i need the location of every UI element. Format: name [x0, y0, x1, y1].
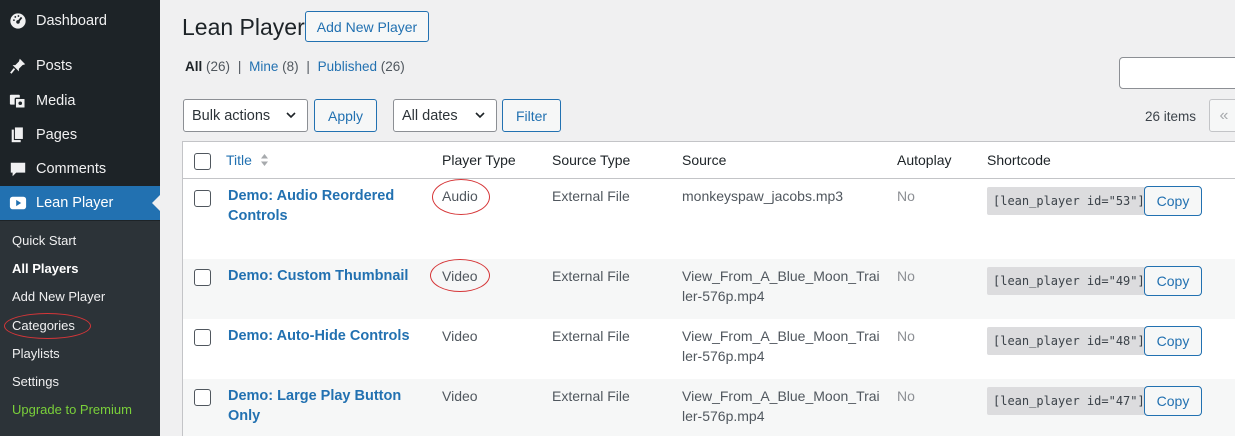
comment-icon: [8, 159, 28, 179]
menu-pages[interactable]: Pages: [0, 118, 160, 152]
autoplay-value: No: [897, 268, 915, 284]
view-published-count: (26): [380, 59, 405, 74]
submenu-all-players[interactable]: All Players: [12, 261, 79, 277]
column-shortcode: Shortcode: [987, 152, 1051, 168]
copy-shortcode-button[interactable]: Copy: [1144, 326, 1202, 356]
player-title-link[interactable]: Demo: Auto-Hide Controls: [228, 327, 428, 347]
bulk-actions-value: Bulk actions: [192, 107, 271, 124]
source-file: monkeyspaw_jacobs.mp3: [682, 188, 844, 204]
autoplay-value: No: [897, 328, 915, 344]
submenu-upgrade-premium[interactable]: Upgrade to Premium: [12, 402, 132, 418]
player-title-link[interactable]: Demo: Large Play Button Only: [228, 387, 418, 426]
view-all[interactable]: All: [185, 59, 202, 74]
column-title[interactable]: Title: [226, 152, 269, 170]
menu-label: Posts: [36, 58, 73, 74]
player-type: Audio: [442, 188, 478, 204]
menu-label: Media: [36, 93, 76, 109]
table-row: Demo: Auto-Hide Controls Video External …: [183, 319, 1235, 379]
view-filters: All (26) | Mine (8) | Published (26): [185, 59, 405, 74]
date-filter-value: All dates: [402, 107, 458, 124]
menu-label: Pages: [36, 127, 78, 143]
players-table: Title Player Type Source Type Source Aut…: [182, 141, 1235, 436]
autoplay-value: No: [897, 188, 915, 204]
table-row: Demo: Custom Thumbnail Video External Fi…: [183, 259, 1235, 319]
row-checkbox[interactable]: [194, 389, 211, 406]
shortcode: [lean_player id="47"]: [987, 387, 1151, 415]
menu-label: Dashboard: [36, 13, 107, 29]
table-header: Title Player Type Source Type Source Aut…: [183, 142, 1235, 179]
sort-icon: [260, 153, 269, 170]
player-title-link[interactable]: Demo: Custom Thumbnail: [228, 267, 428, 287]
items-count: 26 items: [1145, 109, 1197, 124]
source-type: External File: [552, 268, 630, 284]
view-all-count: (26): [206, 59, 231, 74]
menu-dashboard[interactable]: Dashboard: [0, 4, 160, 38]
table-row: Demo: Audio Reordered Controls Audio Ext…: [183, 179, 1235, 259]
play-icon: [8, 193, 28, 213]
submenu-settings[interactable]: Settings: [12, 374, 59, 390]
source-file: View_From_A_Blue_Moon_Trailer-576p.mp4: [682, 388, 880, 424]
submenu-quick-start[interactable]: Quick Start: [12, 233, 76, 249]
chevron-down-icon: [474, 109, 486, 125]
source-file: View_From_A_Blue_Moon_Trailer-576p.mp4: [682, 268, 880, 304]
submenu-playlists[interactable]: Playlists: [12, 346, 60, 362]
page-title: Lean Player: [182, 14, 305, 40]
autoplay-value: No: [897, 388, 915, 404]
table-row: Demo: Large Play Button Only Video Exter…: [183, 379, 1235, 436]
column-player-type: Player Type: [442, 152, 516, 168]
menu-label: Comments: [36, 161, 107, 177]
current-menu-arrow: [152, 195, 160, 211]
player-type: Video: [442, 328, 478, 344]
select-all-checkbox[interactable]: [194, 153, 211, 170]
source-type: External File: [552, 328, 630, 344]
player-title-link[interactable]: Demo: Audio Reordered Controls: [228, 187, 418, 226]
column-source: Source: [682, 152, 727, 168]
shortcode: [lean_player id="48"]: [987, 327, 1151, 355]
apply-button[interactable]: Apply: [314, 99, 377, 132]
dashboard-icon: [8, 11, 28, 31]
pin-icon: [8, 56, 28, 76]
column-source-type: Source Type: [552, 152, 631, 168]
view-separator: |: [237, 59, 242, 74]
admin-sidebar: Dashboard Posts Media Pages Comments Lea…: [0, 0, 160, 436]
copy-shortcode-button[interactable]: Copy: [1144, 386, 1202, 416]
source-type: External File: [552, 388, 630, 404]
column-autoplay: Autoplay: [897, 152, 952, 168]
menu-comments[interactable]: Comments: [0, 152, 160, 186]
shortcode: [lean_player id="53"]: [987, 187, 1151, 215]
source-type: External File: [552, 188, 630, 204]
player-type: Video: [442, 388, 478, 404]
submenu-categories[interactable]: Categories: [12, 318, 75, 334]
menu-lean-player[interactable]: Lean Player: [0, 186, 160, 220]
view-mine[interactable]: Mine: [249, 59, 278, 74]
copy-shortcode-button[interactable]: Copy: [1144, 186, 1202, 216]
filter-button[interactable]: Filter: [502, 99, 561, 132]
bulk-actions-select[interactable]: Bulk actions: [183, 99, 308, 132]
date-filter-select[interactable]: All dates: [393, 99, 497, 132]
pages-icon: [8, 125, 28, 145]
submenu-add-new-player[interactable]: Add New Player: [12, 289, 105, 305]
menu-posts[interactable]: Posts: [0, 49, 160, 83]
player-type: Video: [442, 268, 478, 284]
menu-media[interactable]: Media: [0, 84, 160, 118]
column-title-label: Title: [226, 152, 252, 168]
chevron-down-icon: [285, 109, 297, 125]
row-checkbox[interactable]: [194, 190, 211, 207]
main-content: Lean Player Add New Player All (26) | Mi…: [160, 0, 1235, 436]
source-file: View_From_A_Blue_Moon_Trailer-576p.mp4: [682, 328, 880, 364]
menu-label: Lean Player: [36, 195, 114, 211]
row-checkbox[interactable]: [194, 269, 211, 286]
copy-shortcode-button[interactable]: Copy: [1144, 266, 1202, 296]
add-new-player-button[interactable]: Add New Player: [305, 11, 429, 42]
search-input[interactable]: [1119, 57, 1235, 89]
media-icon: [8, 91, 28, 111]
shortcode: [lean_player id="49"]: [987, 267, 1151, 295]
lean-player-submenu: Quick Start All Players Add New Player C…: [0, 221, 160, 436]
first-page-button[interactable]: «: [1209, 99, 1235, 132]
view-mine-count: (8): [282, 59, 299, 74]
view-published[interactable]: Published: [318, 59, 377, 74]
row-checkbox[interactable]: [194, 329, 211, 346]
view-separator: |: [306, 59, 310, 74]
